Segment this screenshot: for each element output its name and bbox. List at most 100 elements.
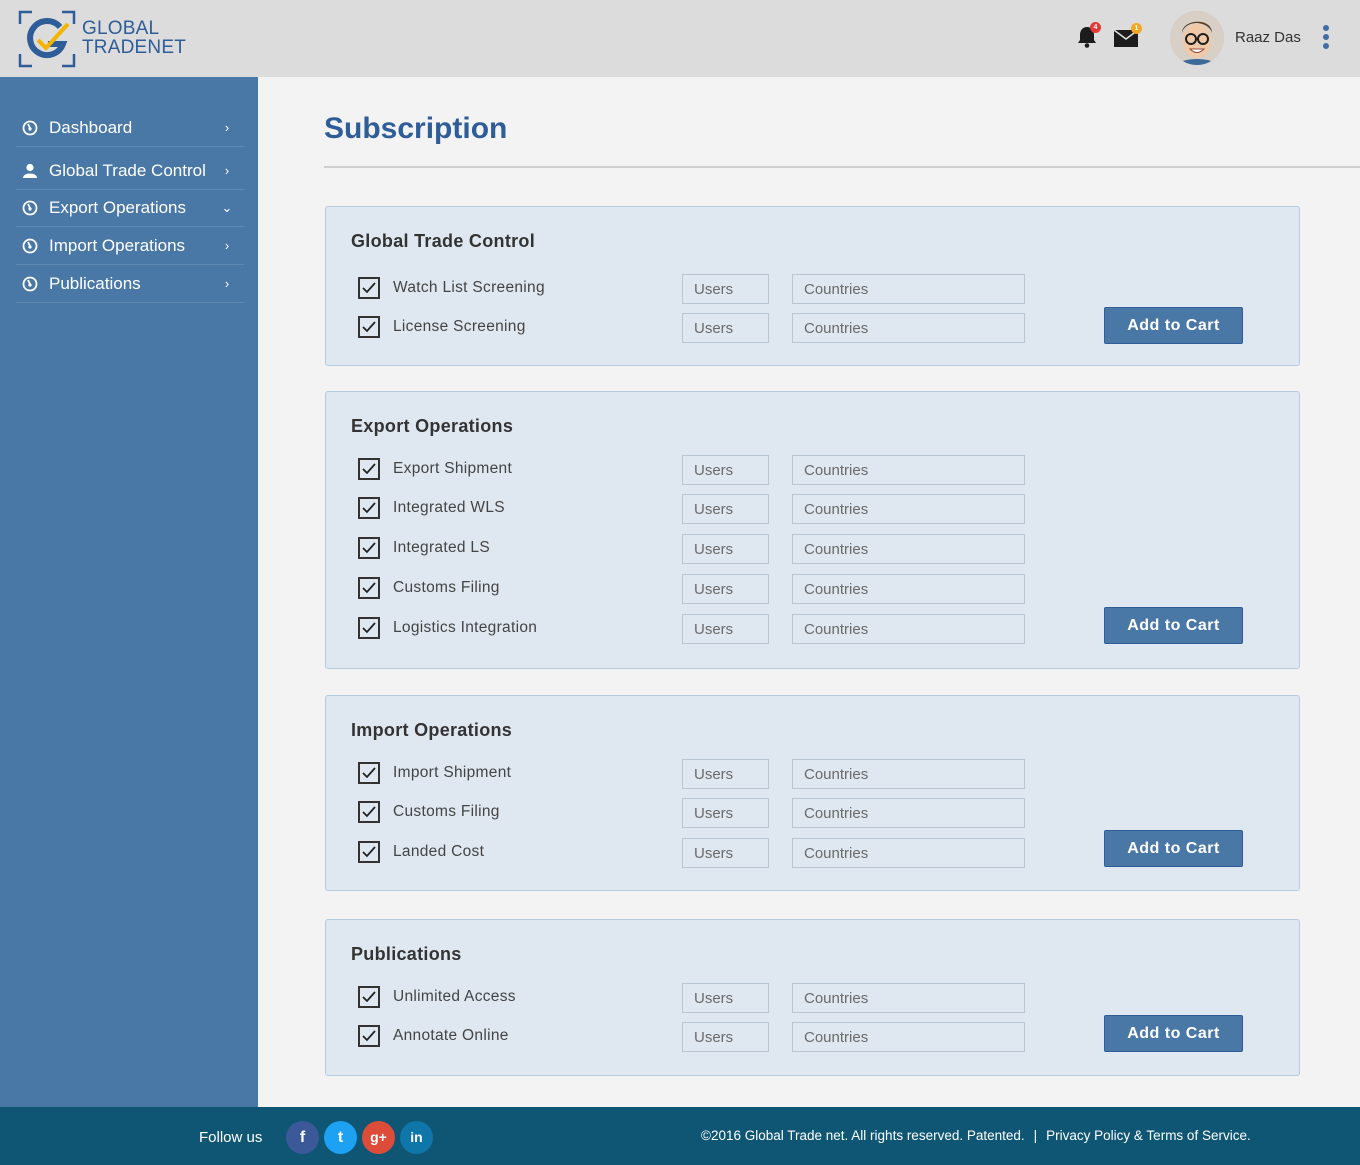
list-item: Export Shipment (358, 455, 1038, 485)
users-input[interactable] (682, 759, 769, 789)
privacy-policy-link[interactable]: Privacy Policy & Terms of Service. (1046, 1128, 1251, 1143)
linkedin-icon[interactable]: in (400, 1121, 433, 1154)
countries-input[interactable] (792, 838, 1025, 868)
users-input[interactable] (682, 614, 769, 644)
countries-input[interactable] (792, 534, 1025, 564)
messages-button[interactable]: 1 (1113, 23, 1142, 53)
countries-input[interactable] (792, 455, 1025, 485)
countries-input[interactable] (792, 574, 1025, 604)
users-input[interactable] (682, 534, 769, 564)
sidebar-item-label: Export Operations (49, 197, 187, 217)
notifications-button[interactable]: 4 (1076, 22, 1101, 54)
users-input[interactable] (682, 574, 769, 604)
checkmark-icon (362, 463, 376, 475)
add-to-cart-button[interactable]: Add to Cart (1104, 607, 1243, 644)
users-input[interactable] (682, 798, 769, 828)
users-input[interactable] (682, 455, 769, 485)
notification-count-badge: 4 (1090, 22, 1101, 33)
checkbox-annotate-online[interactable] (358, 1025, 380, 1047)
section-title: Import Operations (351, 720, 513, 740)
list-item: Integrated WLS (358, 494, 1038, 524)
checkbox-unlimited-access[interactable] (358, 986, 380, 1008)
section-global-trade-control: Global Trade Control Watch List Screenin… (325, 206, 1300, 366)
sidebar-item-publications[interactable]: Publications › (16, 265, 244, 303)
import-icon (21, 237, 39, 255)
copyright-text: ©2016 Global Trade net. All rights reser… (701, 1128, 1025, 1143)
global-tradenet-logo[interactable]: GLOBAL TRADENET (18, 10, 188, 68)
countries-input[interactable] (792, 494, 1025, 524)
checkbox-landed-cost[interactable] (358, 841, 380, 863)
checkbox-integrated-ls[interactable] (358, 537, 380, 559)
countries-input[interactable] (792, 1022, 1025, 1052)
export-icon (21, 199, 39, 217)
checkmark-icon (362, 1030, 376, 1042)
checkbox-customs-filing[interactable] (358, 801, 380, 823)
checkmark-icon (362, 991, 376, 1003)
item-label: License Screening (393, 318, 526, 335)
chevron-right-icon: › (224, 238, 230, 253)
add-to-cart-button[interactable]: Add to Cart (1104, 830, 1243, 867)
countries-input[interactable] (792, 313, 1025, 343)
list-item: Customs Filing (358, 574, 1038, 604)
sidebar-item-dashboard[interactable]: Dashboard › (16, 109, 244, 147)
sidebar-item-import-operations[interactable]: Import Operations › (16, 227, 244, 265)
title-divider (324, 166, 1360, 168)
list-item: Logistics Integration (358, 614, 1038, 644)
sidebar-item-global-trade-control[interactable]: Global Trade Control › (16, 152, 244, 190)
add-to-cart-button[interactable]: Add to Cart (1104, 307, 1243, 344)
footer-legal: ©2016 Global Trade net. All rights reser… (701, 1128, 1251, 1143)
logo-mark-icon (18, 10, 76, 68)
countries-input[interactable] (792, 274, 1025, 304)
checkmark-icon (362, 502, 376, 514)
countries-input[interactable] (792, 983, 1025, 1013)
checkmark-icon (362, 542, 376, 554)
google-plus-icon[interactable]: g+ (362, 1121, 395, 1154)
item-label: Unlimited Access (393, 988, 516, 1005)
checkbox-customs-filing[interactable] (358, 577, 380, 599)
checkmark-icon (362, 582, 376, 594)
users-input[interactable] (682, 494, 769, 524)
sidebar-item-label: Import Operations (49, 235, 186, 255)
countries-input[interactable] (792, 614, 1025, 644)
users-input[interactable] (682, 1022, 769, 1052)
sidebar-item-label: Global Trade Control (49, 160, 206, 180)
top-header: GLOBAL TRADENET 4 1 Raaz Das (0, 0, 1360, 77)
users-input[interactable] (682, 983, 769, 1013)
section-publications: Publications Unlimited Access Annotate O… (325, 919, 1300, 1076)
list-item: Unlimited Access (358, 983, 1038, 1013)
sidebar: Dashboard › Global Trade Control › Expor… (0, 77, 258, 1107)
avatar-image (1170, 11, 1224, 65)
checkbox-license-screening[interactable] (358, 316, 380, 338)
item-label: Integrated WLS (393, 499, 505, 516)
section-title: Export Operations (351, 416, 514, 436)
checkbox-logistics-integration[interactable] (358, 617, 380, 639)
user-name[interactable]: Raaz Das (1235, 29, 1301, 46)
users-input[interactable] (682, 838, 769, 868)
dashboard-icon (21, 119, 39, 137)
users-input[interactable] (682, 313, 769, 343)
more-options-icon[interactable] (1319, 25, 1333, 53)
users-input[interactable] (682, 274, 769, 304)
brand-name: GLOBAL TRADENET (82, 18, 186, 58)
chevron-right-icon: › (224, 163, 230, 178)
add-to-cart-button[interactable]: Add to Cart (1104, 1015, 1243, 1052)
checkbox-export-shipment[interactable] (358, 458, 380, 480)
user-avatar[interactable] (1170, 11, 1224, 65)
section-title: Global Trade Control (351, 231, 536, 251)
checkbox-import-shipment[interactable] (358, 762, 380, 784)
footer: Follow us f t g+ in ©2016 Global Trade n… (0, 1107, 1360, 1165)
twitter-icon[interactable]: t (324, 1121, 357, 1154)
list-item: Landed Cost (358, 838, 1038, 868)
item-label: Logistics Integration (393, 619, 538, 636)
sidebar-item-export-operations[interactable]: Export Operations ⌄ (16, 189, 244, 227)
item-label: Integrated LS (393, 539, 490, 556)
countries-input[interactable] (792, 798, 1025, 828)
chevron-right-icon: › (224, 276, 230, 291)
item-label: Customs Filing (393, 803, 500, 820)
item-label: Watch List Screening (393, 279, 545, 296)
checkbox-watch-list-screening[interactable] (358, 277, 380, 299)
countries-input[interactable] (792, 759, 1025, 789)
facebook-icon[interactable]: f (286, 1121, 319, 1154)
checkbox-integrated-wls[interactable] (358, 497, 380, 519)
item-label: Import Shipment (393, 764, 512, 781)
